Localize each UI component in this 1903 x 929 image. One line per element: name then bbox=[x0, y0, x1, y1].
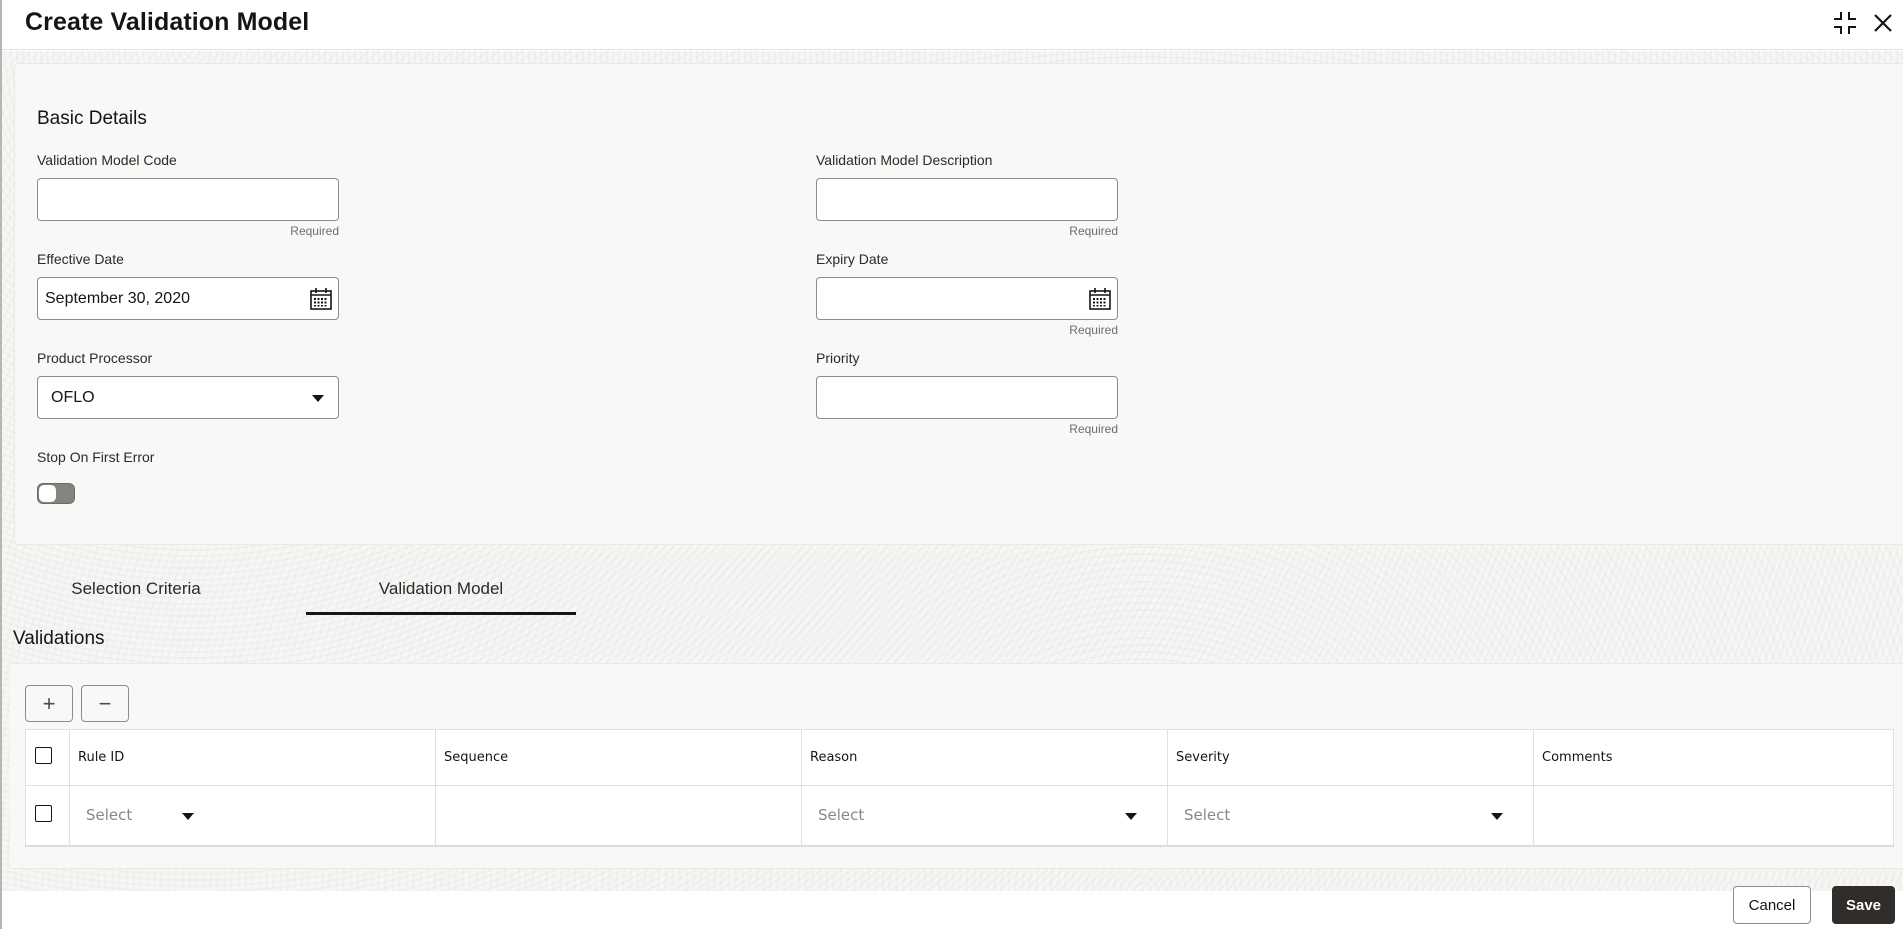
stop-on-first-error-label: Stop On First Error bbox=[37, 449, 155, 465]
chevron-down-icon bbox=[1491, 813, 1503, 820]
stop-on-first-error-toggle[interactable] bbox=[37, 483, 75, 504]
product-processor-value: OFLO bbox=[51, 388, 95, 406]
dialog-title: Create Validation Model bbox=[25, 8, 310, 36]
chevron-down-icon bbox=[312, 395, 324, 402]
save-button[interactable]: Save bbox=[1832, 886, 1895, 924]
validations-title: Validations bbox=[13, 628, 105, 649]
severity-placeholder: Select bbox=[1184, 806, 1231, 825]
calendar-icon[interactable] bbox=[1087, 286, 1113, 312]
row-checkbox[interactable] bbox=[35, 804, 52, 822]
remove-row-button[interactable]: − bbox=[81, 685, 129, 722]
comments-input[interactable] bbox=[1533, 785, 1894, 846]
severity-select[interactable]: Select bbox=[1167, 785, 1534, 846]
validation-model-code-label: Validation Model Code bbox=[37, 152, 177, 168]
cancel-button[interactable]: Cancel bbox=[1733, 886, 1811, 924]
expiry-date-label: Expiry Date bbox=[816, 251, 889, 267]
table-header-row: Rule ID Sequence Reason Severity Comment… bbox=[25, 729, 1894, 786]
row-select-cell bbox=[25, 785, 70, 846]
active-tab-indicator bbox=[306, 612, 576, 615]
collapse-icon[interactable] bbox=[1832, 10, 1858, 36]
priority-required: Required bbox=[1069, 422, 1118, 436]
rule-id-placeholder: Select bbox=[86, 806, 133, 825]
tab-validation-model[interactable]: Validation Model bbox=[306, 579, 576, 599]
validation-model-description-required: Required bbox=[1069, 224, 1118, 238]
add-row-button[interactable]: + bbox=[25, 685, 73, 722]
reason-select[interactable]: Select bbox=[801, 785, 1168, 846]
validation-model-description-input[interactable] bbox=[816, 178, 1118, 221]
product-processor-select[interactable]: OFLO bbox=[37, 376, 339, 419]
validations-table: Rule ID Sequence Reason Severity Comment… bbox=[25, 729, 1894, 847]
validation-model-code-required: Required bbox=[290, 224, 339, 238]
tab-selection-criteria[interactable]: Selection Criteria bbox=[56, 579, 216, 599]
reason-placeholder: Select bbox=[818, 806, 865, 825]
basic-details-title: Basic Details bbox=[37, 108, 147, 129]
validation-model-description-label: Validation Model Description bbox=[816, 152, 993, 168]
sequence-input[interactable] bbox=[435, 785, 802, 846]
product-processor-label: Product Processor bbox=[37, 350, 153, 366]
effective-date-label: Effective Date bbox=[37, 251, 124, 267]
chevron-down-icon bbox=[1125, 813, 1137, 820]
effective-date-value: September 30, 2020 bbox=[45, 289, 190, 307]
select-all-cell bbox=[25, 729, 70, 786]
select-all-checkbox[interactable] bbox=[35, 747, 52, 764]
close-icon[interactable] bbox=[1870, 10, 1896, 36]
column-header-sequence[interactable]: Sequence bbox=[435, 729, 802, 786]
column-header-reason[interactable]: Reason bbox=[801, 729, 1168, 786]
calendar-icon[interactable] bbox=[308, 286, 334, 312]
expiry-date-input[interactable] bbox=[816, 277, 1118, 320]
dialog-header: Create Validation Model bbox=[2, 0, 1903, 50]
validation-model-code-input[interactable] bbox=[37, 178, 339, 221]
column-header-rule-id[interactable]: Rule ID bbox=[69, 729, 436, 786]
expiry-date-required: Required bbox=[1069, 323, 1118, 337]
column-header-comments[interactable]: Comments bbox=[1533, 729, 1894, 786]
column-header-severity[interactable]: Severity bbox=[1167, 729, 1534, 786]
priority-label: Priority bbox=[816, 350, 860, 366]
rule-id-select[interactable]: Select bbox=[69, 785, 436, 846]
effective-date-input[interactable]: September 30, 2020 bbox=[37, 277, 339, 320]
table-row: Select Select Select bbox=[25, 785, 1894, 846]
chevron-down-icon bbox=[182, 813, 194, 820]
priority-input[interactable] bbox=[816, 376, 1118, 419]
toggle-knob bbox=[39, 485, 56, 502]
